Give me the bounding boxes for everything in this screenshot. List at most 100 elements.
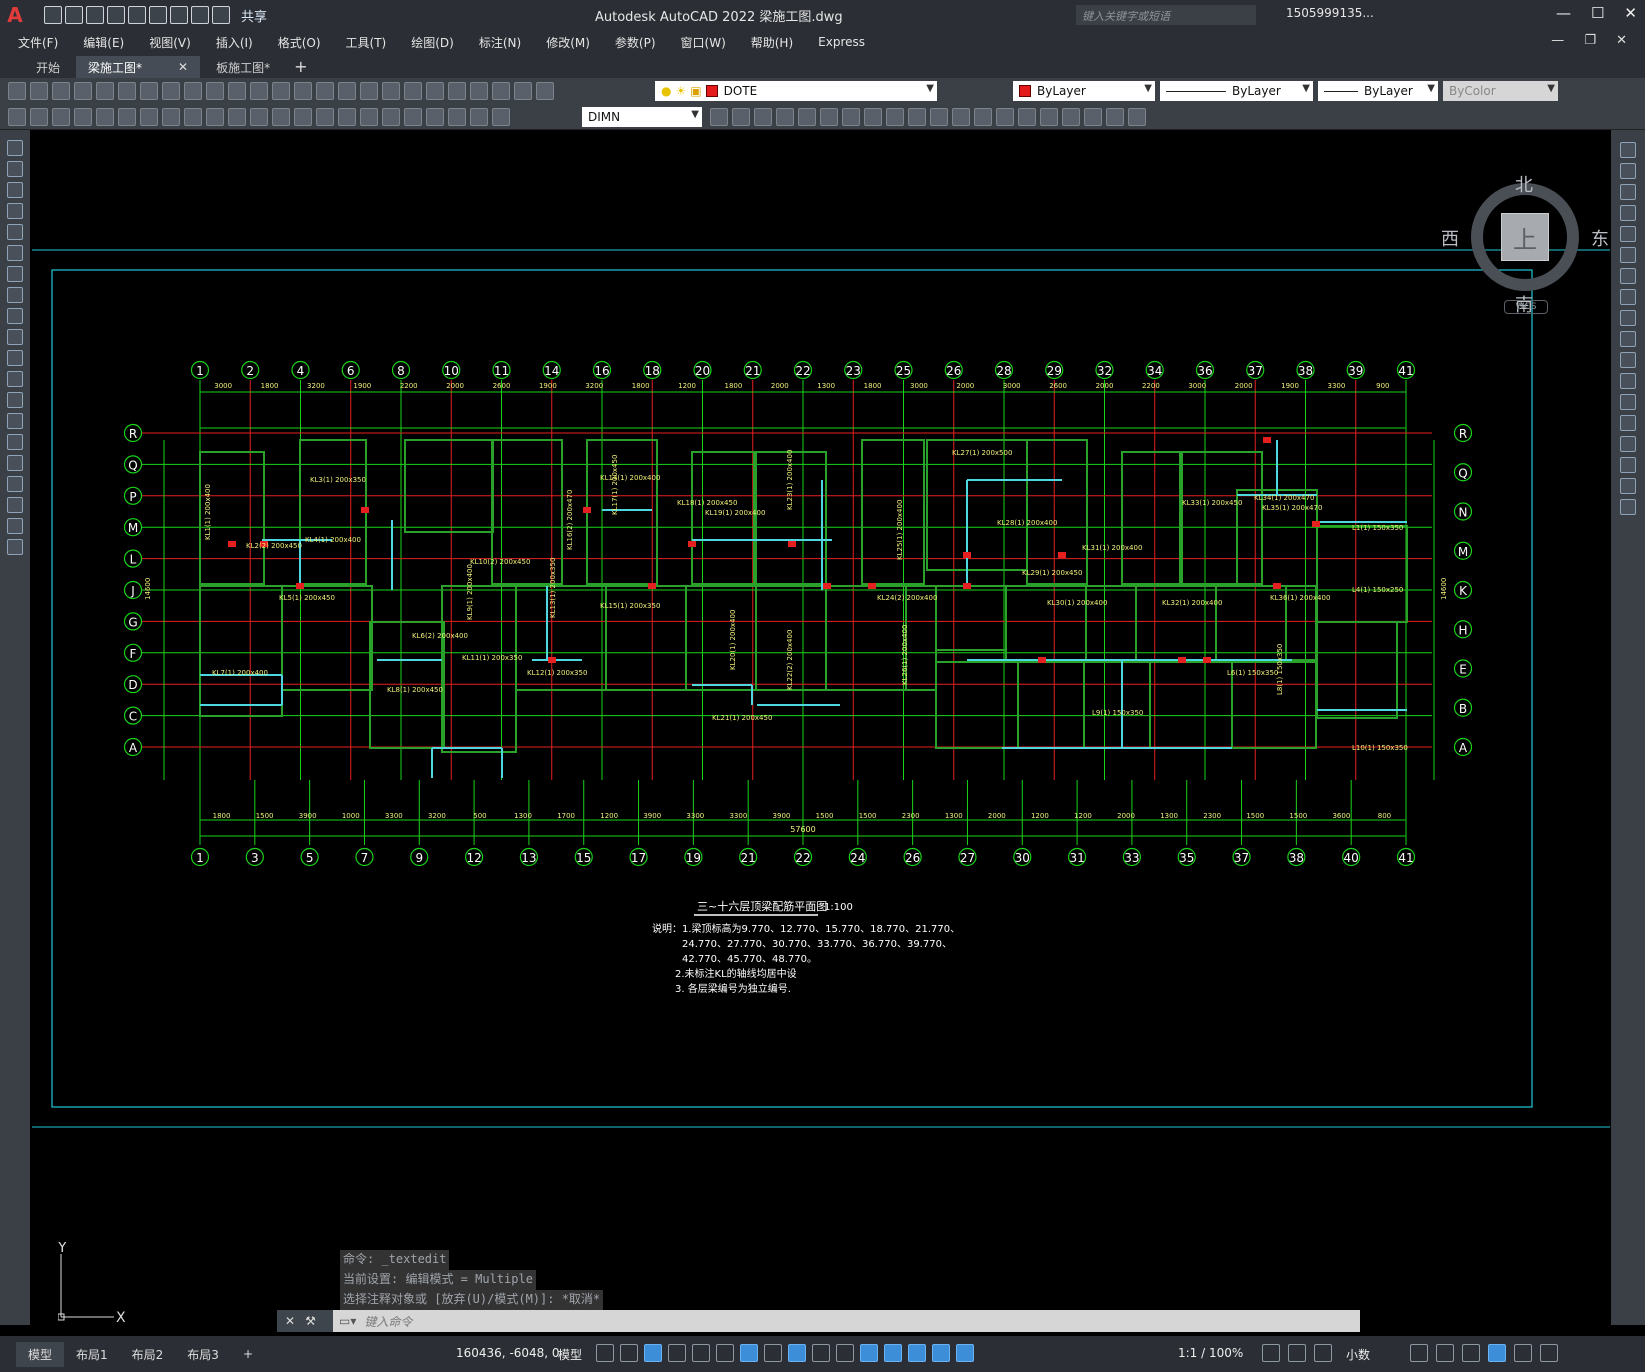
linear-dim-icon[interactable] xyxy=(74,107,92,126)
radius-dim-icon[interactable] xyxy=(162,107,180,126)
preview-icon[interactable] xyxy=(96,82,114,100)
units-icon[interactable] xyxy=(1314,1344,1332,1362)
hatch-icon[interactable] xyxy=(7,434,23,450)
layer-states-icon[interactable] xyxy=(52,107,70,126)
polyline-icon[interactable] xyxy=(7,182,23,198)
compass-east[interactable]: 东 xyxy=(1591,225,1609,251)
undo-icon[interactable] xyxy=(250,82,268,100)
maximize-button[interactable]: ☐ xyxy=(1591,4,1604,22)
ellipse-icon[interactable] xyxy=(7,329,23,345)
gear-icon[interactable] xyxy=(1262,1344,1280,1362)
table-icon[interactable] xyxy=(7,497,23,513)
save-icon[interactable] xyxy=(52,82,70,100)
tab-beam-drawing[interactable]: 梁施工图* ✕ xyxy=(76,56,201,78)
user-account[interactable]: 1505999135... xyxy=(1286,6,1374,20)
ellipse-arc-icon[interactable] xyxy=(7,350,23,366)
pan-icon[interactable] xyxy=(294,82,312,100)
region-icon[interactable] xyxy=(7,476,23,492)
plotstyle-dropdown[interactable]: ByColor ▼ xyxy=(1443,81,1558,101)
viewcube[interactable]: 上 北 南 东 西 xyxy=(1441,173,1609,316)
copy-icon[interactable] xyxy=(184,82,202,100)
object-snap-tracking-icon[interactable] xyxy=(716,1344,734,1362)
array-icon[interactable] xyxy=(1620,226,1636,242)
baseline-dim-icon[interactable] xyxy=(272,107,290,126)
break-at-point-icon[interactable] xyxy=(1620,373,1636,389)
erase-icon[interactable] xyxy=(864,108,882,126)
continue-dim-icon[interactable] xyxy=(294,107,312,126)
blend-icon[interactable] xyxy=(1620,478,1636,494)
layout-tab-1[interactable]: 布局1 xyxy=(64,1342,120,1367)
close-icon[interactable]: ✕ xyxy=(178,60,188,74)
print-icon[interactable] xyxy=(74,82,92,100)
linetype-dropdown[interactable]: ByLayer ▼ xyxy=(1160,81,1313,101)
transparency-icon[interactable] xyxy=(788,1344,806,1362)
open-icon[interactable] xyxy=(30,82,48,100)
hardware-acceleration-icon[interactable] xyxy=(1488,1344,1506,1362)
layout-tab-model[interactable]: 模型 xyxy=(16,1341,65,1367)
menu-tools[interactable]: 工具(T) xyxy=(346,34,387,51)
snap-icon[interactable] xyxy=(620,1344,638,1362)
circle-icon[interactable] xyxy=(7,266,23,282)
mtext-icon[interactable] xyxy=(7,518,23,534)
point-icon[interactable] xyxy=(7,413,23,429)
erase-icon[interactable] xyxy=(1620,142,1636,158)
customize-status-icon[interactable] xyxy=(1540,1344,1558,1362)
lineweight-dropdown[interactable]: ByLayer ▼ xyxy=(1318,81,1438,101)
cut-icon[interactable] xyxy=(162,82,180,100)
menu-view[interactable]: 视图(V) xyxy=(149,34,191,51)
move-icon[interactable] xyxy=(1620,247,1636,263)
center-mark-icon[interactable] xyxy=(382,107,400,126)
units-display[interactable]: 小数 xyxy=(1346,1346,1370,1363)
angular-dim-icon[interactable] xyxy=(228,107,246,126)
isolate-objects-icon[interactable] xyxy=(1462,1344,1480,1362)
design-center-icon[interactable] xyxy=(404,82,422,100)
color-dropdown[interactable]: ByLayer ▼ xyxy=(1013,81,1155,101)
plot-icon[interactable] xyxy=(170,6,188,24)
menu-format[interactable]: 格式(O) xyxy=(278,34,321,51)
inspection-icon[interactable] xyxy=(404,107,422,126)
gradient-icon[interactable] xyxy=(7,455,23,471)
zoom-window-icon[interactable] xyxy=(338,82,356,100)
undo-icon[interactable] xyxy=(191,6,209,24)
document-window-controls[interactable]: — ❐ ✕ xyxy=(1551,33,1635,48)
block-insert-icon[interactable] xyxy=(732,108,750,126)
clip-icon[interactable] xyxy=(842,108,860,126)
tolerance-icon[interactable] xyxy=(360,107,378,126)
match-properties-icon[interactable] xyxy=(228,82,246,100)
recent-commands-icon[interactable]: ▭▾ xyxy=(333,1314,356,1328)
new-icon[interactable] xyxy=(8,82,26,100)
menu-file[interactable]: 文件(F) xyxy=(18,34,58,51)
menu-draw[interactable]: 绘图(D) xyxy=(411,34,454,51)
sheet-set-icon[interactable] xyxy=(448,82,466,100)
xref-icon[interactable] xyxy=(820,108,838,126)
minimize-button[interactable]: — xyxy=(1556,4,1571,22)
autocad-logo-icon[interactable]: A xyxy=(0,0,30,30)
jogged-dim-icon[interactable] xyxy=(184,107,202,126)
join-icon[interactable] xyxy=(1128,108,1146,126)
help-search-input[interactable]: 键入关键字或短语 xyxy=(1076,5,1256,25)
share-button[interactable]: 共享 xyxy=(241,6,267,25)
mirror-icon[interactable] xyxy=(908,108,926,126)
model-space-button[interactable]: 模型 xyxy=(558,1346,582,1363)
construction-line-icon[interactable] xyxy=(7,161,23,177)
add-selected-icon[interactable] xyxy=(7,539,23,555)
quick-dim-icon[interactable] xyxy=(250,107,268,126)
make-block-icon[interactable] xyxy=(7,392,23,408)
compass-west[interactable]: 西 xyxy=(1441,225,1459,251)
tab-slab-drawing[interactable]: 板施工图* xyxy=(204,56,282,78)
polygon-icon[interactable] xyxy=(7,203,23,219)
3d-print-icon[interactable] xyxy=(140,82,158,100)
dim-break-icon[interactable] xyxy=(338,107,356,126)
polar-icon[interactable] xyxy=(668,1344,686,1362)
clean-screen-icon[interactable] xyxy=(1514,1344,1532,1362)
extend-icon[interactable] xyxy=(1620,352,1636,368)
dim-space-icon[interactable] xyxy=(316,107,334,126)
menu-express[interactable]: Express xyxy=(818,35,865,49)
properties-icon[interactable] xyxy=(382,82,400,100)
move-icon[interactable] xyxy=(974,108,992,126)
open-file-icon[interactable] xyxy=(65,6,83,24)
layout-tab-2[interactable]: 布局2 xyxy=(120,1342,176,1367)
layout-tab-3[interactable]: 布局3 xyxy=(175,1342,231,1367)
dynamic-ucs-icon[interactable] xyxy=(860,1344,878,1362)
break-icon[interactable] xyxy=(1620,394,1636,410)
